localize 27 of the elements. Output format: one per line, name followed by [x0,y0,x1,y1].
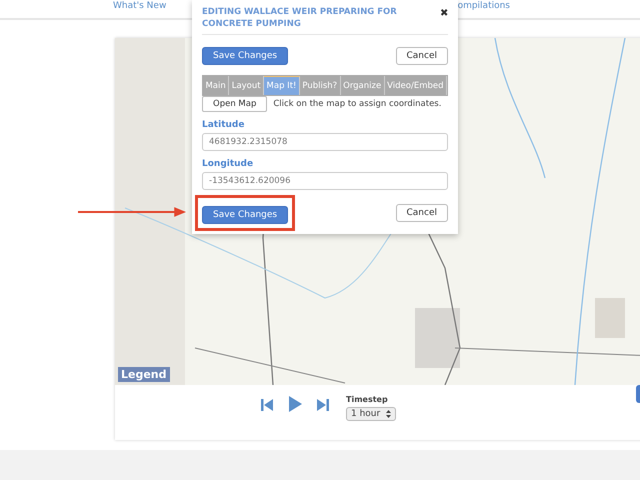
skip-back-icon[interactable] [260,397,274,413]
dialog-title: EDITING WALLACE WEIR PREPARING FOR CONCRETE PUMPING [202,6,398,30]
legend-button[interactable]: Legend [118,367,170,382]
cancel-button[interactable]: Cancel [396,47,448,65]
save-button[interactable]: Save Changes [202,206,288,224]
open-map-button[interactable]: Open Map [202,96,268,112]
input-field[interactable]: -13543612.620096 [202,172,448,190]
nav-link[interactable]: What's New [113,1,166,12]
save-button[interactable]: Save Changes [202,47,288,65]
timestep-label: Timestep [346,395,389,404]
tab[interactable]: Organize [340,76,385,95]
timestep-select[interactable]: 1 hour [346,407,396,421]
tab[interactable]: Main [203,76,230,95]
tab[interactable]: Map It! [264,76,300,95]
input-field[interactable]: 4681932.2315078 [202,133,448,151]
nav-link[interactable]: ompilations [458,1,510,12]
updown-arrows-icon [386,410,392,418]
play-icon[interactable] [286,395,304,413]
cancel-button[interactable]: Cancel [396,204,448,222]
field-label: Longitude [202,159,254,169]
tab[interactable]: Video/Embed [384,76,447,95]
tab[interactable]: Publish? [300,76,341,95]
field-label: Latitude [202,120,246,130]
skip-forward-icon[interactable] [316,397,330,413]
close-button[interactable]: ✖ [440,6,448,20]
hint-text: Click on the map to assign coordinates. [273,99,442,109]
tab[interactable]: Layout [229,76,264,95]
